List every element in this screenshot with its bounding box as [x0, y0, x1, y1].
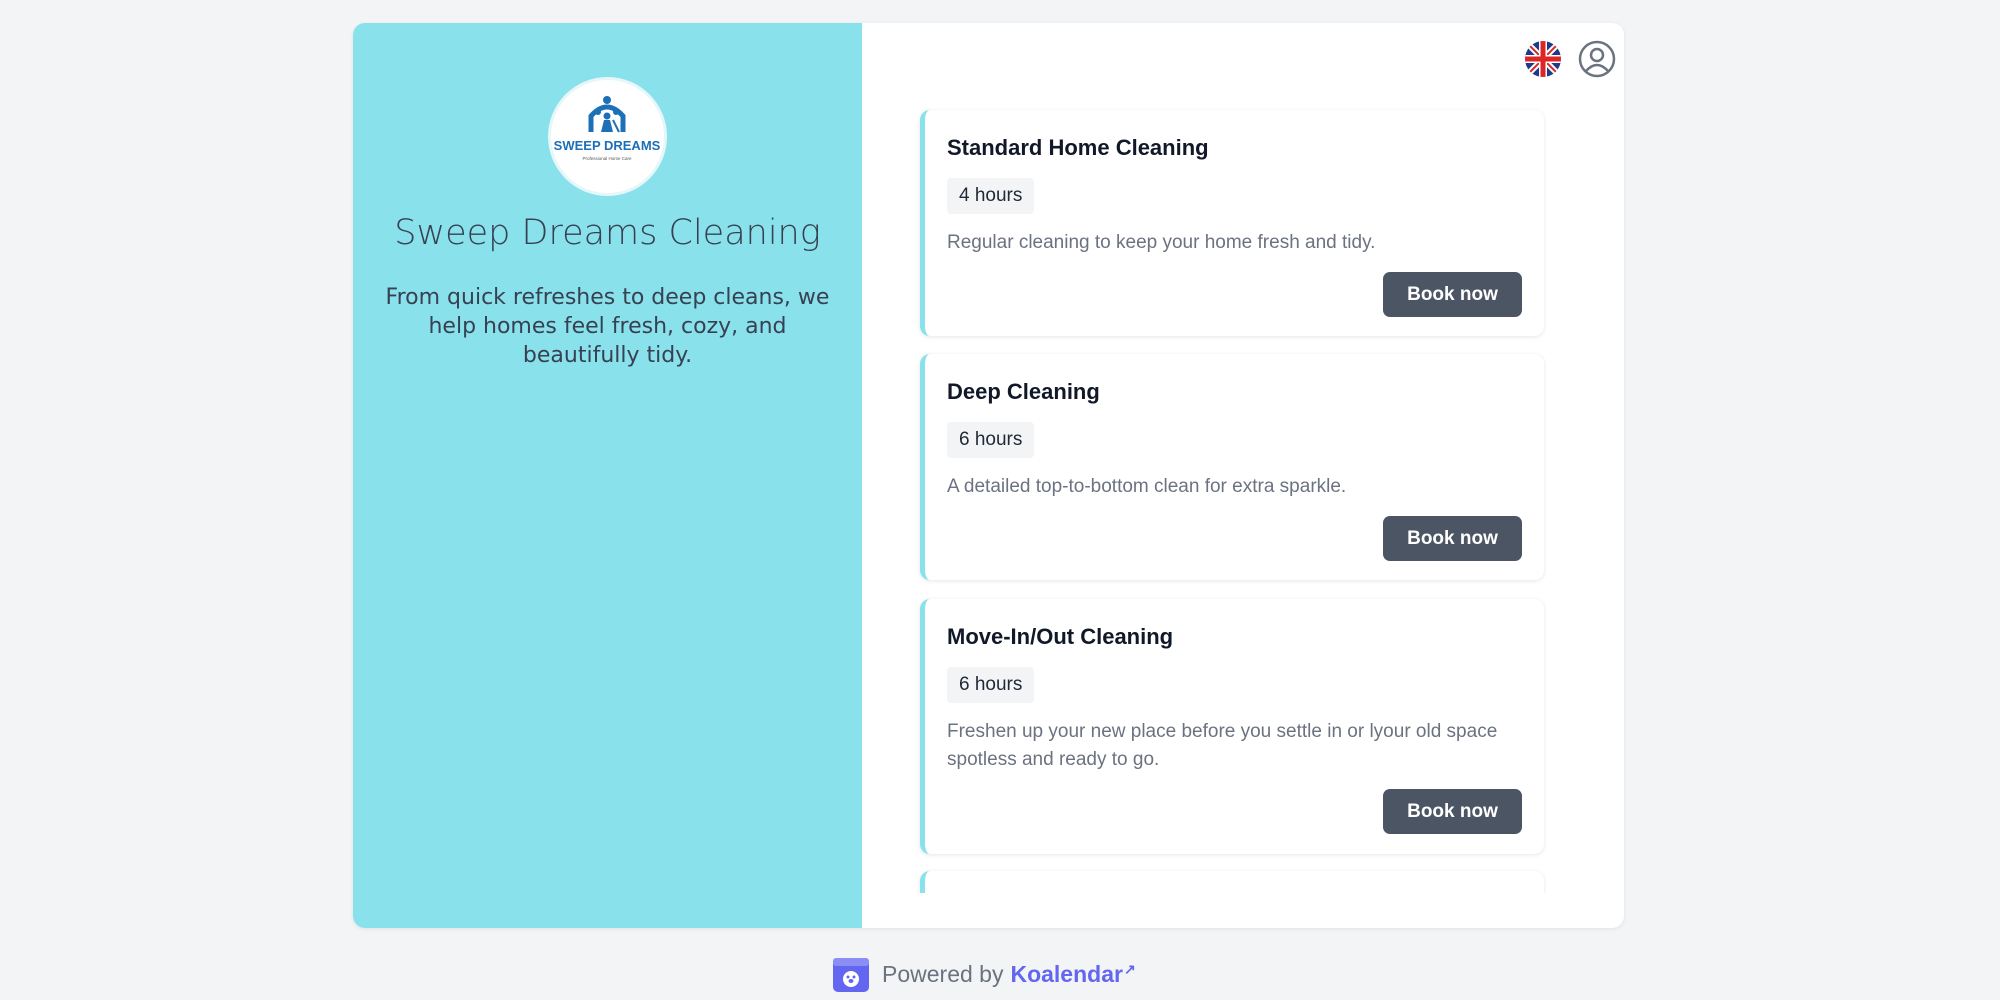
- book-now-button[interactable]: Book now: [1383, 789, 1522, 834]
- koalendar-logo-icon: [833, 958, 869, 992]
- powered-by-text: Powered by: [882, 960, 1004, 987]
- service-card-deep: Deep Cleaning 6 hours A detailed top-to-…: [920, 354, 1544, 580]
- booking-page-card: SWEEP DREAMS Professional Home Care Swee…: [353, 23, 1624, 928]
- service-duration-badge: 4 hours: [947, 178, 1035, 214]
- service-title: Deep Cleaning: [947, 379, 1100, 404]
- business-logo: SWEEP DREAMS Professional Home Care: [551, 80, 664, 193]
- services-list[interactable]: Standard Home Cleaning 4 hours Regular c…: [914, 83, 1546, 893]
- business-info-panel: SWEEP DREAMS Professional Home Care Swee…: [353, 23, 862, 928]
- book-now-button[interactable]: Book now: [1383, 272, 1522, 317]
- svg-text:Professional Home Care: Professional Home Care: [582, 156, 632, 161]
- language-flag-icon[interactable]: [1525, 41, 1561, 77]
- service-duration-badge: 6 hours: [947, 422, 1035, 458]
- svg-text:SWEEP DREAMS: SWEEP DREAMS: [554, 138, 661, 153]
- business-description: From quick refreshes to deep cleans, we …: [385, 285, 830, 368]
- service-card-move: Move-In/Out Cleaning 6 hours Freshen up …: [920, 599, 1544, 854]
- services-panel: Standard Home Cleaning 4 hours Regular c…: [862, 23, 1624, 928]
- service-duration-badge: 6 hours: [947, 667, 1035, 703]
- book-now-button[interactable]: Book now: [1383, 516, 1522, 561]
- service-description: Freshen up your new place before you set…: [947, 721, 1498, 770]
- koalendar-link-label: Koalendar: [1010, 960, 1123, 987]
- koalendar-link[interactable]: Koalendar↗: [1010, 961, 1135, 988]
- service-title: Move-In/Out Cleaning: [947, 624, 1174, 649]
- sweep-dreams-logo-icon: SWEEP DREAMS Professional Home Care: [554, 96, 661, 161]
- user-account-icon[interactable]: [1577, 39, 1617, 79]
- service-card-partial: [920, 871, 1544, 893]
- service-description: A detailed top-to-bottom clean for extra…: [947, 476, 1347, 497]
- external-link-icon: ↗: [1123, 960, 1136, 977]
- business-name: Sweep Dreams Cleaning: [394, 213, 821, 253]
- service-description: Regular cleaning to keep your home fresh…: [947, 232, 1376, 253]
- powered-by-footer: Powered by Koalendar↗: [832, 954, 1136, 994]
- service-title: Standard Home Cleaning: [947, 135, 1209, 160]
- service-card-standard: Standard Home Cleaning 4 hours Regular c…: [920, 110, 1544, 336]
